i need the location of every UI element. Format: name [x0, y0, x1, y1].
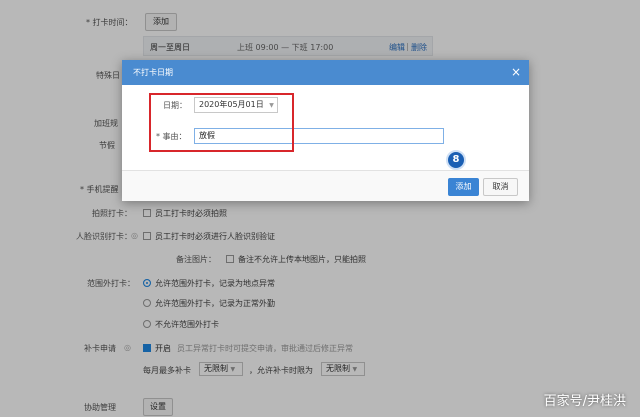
- step-badge: 8: [446, 150, 466, 170]
- dialog-title: 不打卡日期: [133, 68, 173, 77]
- highlight-box: [149, 93, 294, 152]
- dialog-cancel-button[interactable]: 取消: [483, 178, 518, 196]
- watermark: 百家号/尹桂洪: [543, 394, 626, 409]
- close-icon[interactable]: ×: [511, 60, 521, 85]
- dialog-footer: 添加 取消: [122, 170, 529, 201]
- dialog-add-button[interactable]: 添加: [448, 178, 479, 196]
- dialog-header: 不打卡日期 ×: [122, 60, 529, 85]
